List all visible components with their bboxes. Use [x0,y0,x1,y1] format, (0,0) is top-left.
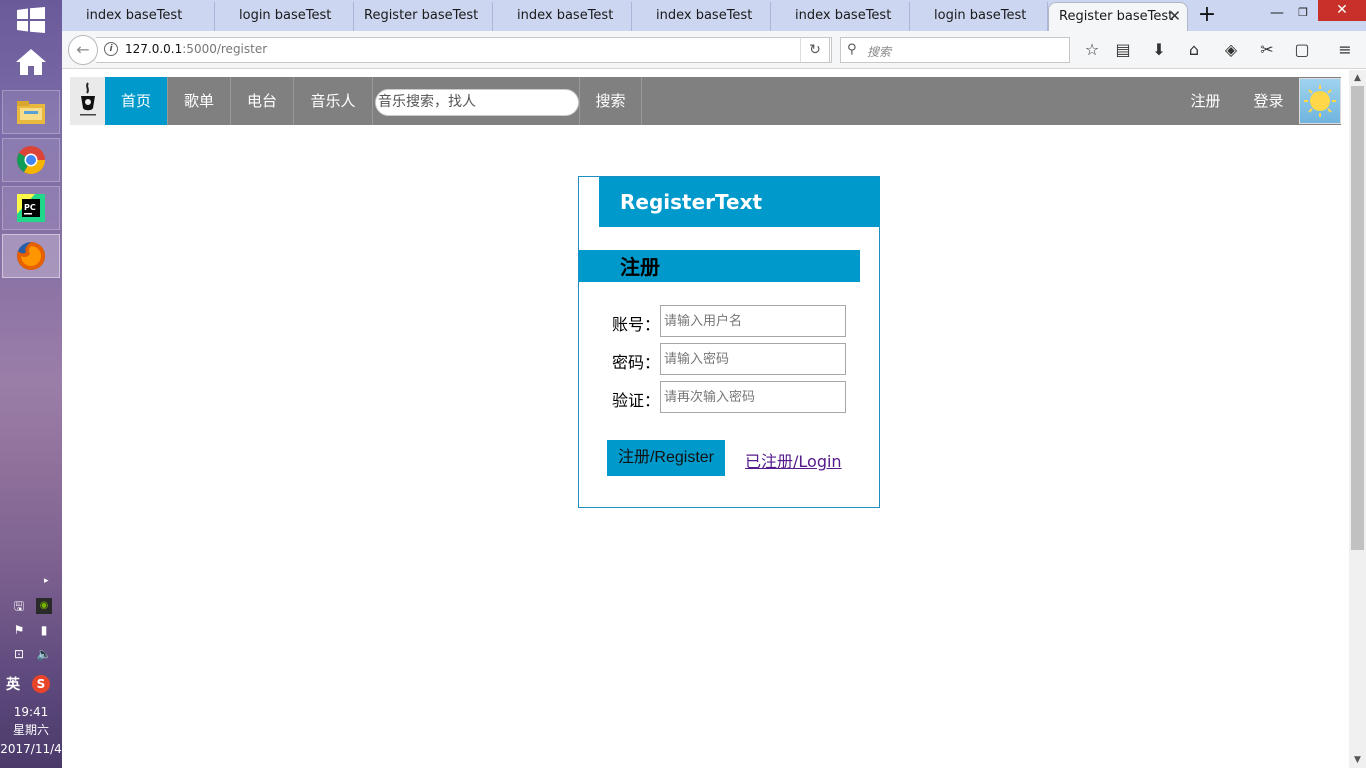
register-submit-button[interactable]: 注册/Register [607,440,725,476]
chrome-icon [17,146,45,174]
home-icon [16,49,46,75]
bookmark-star-icon[interactable]: ☆ [1081,39,1103,61]
nvidia-icon[interactable]: ◉ [36,598,52,614]
nav-register[interactable]: 注册 [1174,77,1237,125]
browser-tab[interactable]: index baseTest [771,2,910,31]
new-tab-button[interactable]: + [1194,3,1220,29]
register-card: RegisterText 注册 账号： 密码： 验证： 注册/Register … [578,176,880,508]
network-icon[interactable]: ⊡ [11,646,27,662]
site-info-icon[interactable]: i [104,42,118,56]
nav-musicians[interactable]: 音乐人 [294,77,373,125]
user-avatar[interactable] [1299,78,1341,124]
site-header: 首页 歌单 电台 音乐人 音乐搜索，找人 搜索 注册 登录 [70,77,1341,125]
browser-tab-selected[interactable]: Register baseTest ✕ [1048,2,1188,31]
confirm-password-label: 验证： [612,391,661,410]
windows-start-button[interactable] [14,4,48,36]
sogou-icon[interactable]: S [32,675,50,693]
page-viewport: 首页 歌单 电台 音乐人 音乐搜索，找人 搜索 注册 登录 RegisterTe… [62,70,1349,768]
browser-tab-bar: index baseTest login baseTest Register b… [62,0,1366,31]
scroll-up-icon[interactable]: ▲ [1349,70,1366,86]
home-page-icon[interactable]: ⌂ [1183,39,1205,61]
username-label: 账号： [612,315,661,334]
sun-icon [1304,85,1336,117]
folder-icon [17,101,45,124]
already-registered-login-link[interactable]: 已注册/Login [745,448,842,472]
browser-tab-label: Register baseTest [1059,9,1174,24]
taskbar-home[interactable] [2,40,60,84]
download-icon[interactable]: ⬇ [1148,39,1170,61]
site-search-button[interactable]: 搜索 [579,77,642,125]
url-host: 127.0.0.1 [125,42,183,56]
taskbar-file-explorer[interactable] [2,90,60,134]
username-input[interactable] [660,305,846,337]
nav-login[interactable]: 登录 [1237,77,1300,125]
browser-tab[interactable]: index baseTest [62,2,215,31]
windows-taskbar: PC ▸ 🖫 ◉ ⚑ ▮ ⊡ 🔈 英 S 19:41 星期六 2017/11/4 [0,0,62,768]
sidebar-icon[interactable]: ▢ [1291,39,1313,61]
page-scrollbar[interactable]: ▲ ▼ [1349,70,1366,768]
scrollbar-thumb[interactable] [1351,86,1364,550]
scroll-down-icon[interactable]: ▼ [1349,752,1366,768]
menu-icon[interactable]: ≡ [1334,39,1356,61]
password-input[interactable] [660,343,846,375]
tray-usb-icon[interactable]: 🖫 [11,598,27,614]
url-text[interactable]: 127.0.0.1:5000/register [125,42,267,56]
nav-playlists[interactable]: 歌单 [168,77,231,125]
browser-tab[interactable]: index baseTest [632,2,771,31]
taskbar-firefox[interactable] [2,234,60,278]
restore-button[interactable]: ❐ [1288,0,1318,31]
window-close-button[interactable]: ✕ [1318,0,1366,21]
url-bar[interactable]: i 127.0.0.1:5000/register [96,37,832,63]
tray-expand-icon[interactable]: ▸ [44,576,49,586]
site-search-input[interactable]: 音乐搜索，找人 [375,89,579,116]
volume-icon[interactable]: 🔈 [36,646,52,662]
password-label: 密码： [612,353,661,372]
browser-tab[interactable]: login baseTest [215,2,354,31]
pycharm-icon: PC [17,194,45,222]
ime-indicator[interactable]: 英 [4,674,22,694]
windows-logo-icon [17,7,45,33]
site-logo[interactable] [70,77,105,125]
browser-search-bar[interactable]: ⚲ 搜索 [840,37,1070,63]
clock-time[interactable]: 19:41 [0,703,62,721]
reload-icon: ↻ [809,42,821,58]
taskbar-pycharm[interactable]: PC [2,186,60,230]
screenshot-icon[interactable]: ✂ [1256,39,1278,61]
back-arrow-icon: ← [76,40,90,59]
register-card-title: RegisterText [599,177,880,227]
taskbar-chrome[interactable] [2,138,60,182]
register-section-heading: 注册 [579,250,860,282]
tab-close-icon[interactable]: ✕ [1168,3,1181,30]
browser-tab[interactable]: index baseTest [493,2,632,31]
pocket-icon[interactable]: ◈ [1220,39,1242,61]
browser-tab[interactable]: Register baseTest [354,2,493,31]
svg-text:PC: PC [24,203,36,212]
reading-list-icon[interactable]: ▤ [1112,39,1134,61]
clock-weekday[interactable]: 星期六 [0,721,62,739]
browser-search-placeholder: 搜索 [867,45,892,59]
firefox-icon [17,241,46,270]
coffee-cup-logo-icon [79,82,96,116]
reload-button[interactable]: ↻ [800,37,830,63]
confirm-password-input[interactable] [660,381,846,413]
nav-home[interactable]: 首页 [105,77,168,125]
action-center-flag-icon[interactable]: ⚑ [11,622,27,638]
nav-radio[interactable]: 电台 [231,77,294,125]
browser-nav-bar: i 127.0.0.1:5000/register ← ↻ ⚲ 搜索 ☆ ▤ ⬇… [62,31,1366,69]
power-icon[interactable]: ▮ [36,622,52,638]
browser-tab[interactable]: login baseTest [910,2,1048,31]
url-path: :5000/register [182,42,268,56]
back-button[interactable]: ← [68,35,98,65]
clock-date[interactable]: 2017/11/4 [0,740,62,758]
search-icon: ⚲ [847,42,857,57]
